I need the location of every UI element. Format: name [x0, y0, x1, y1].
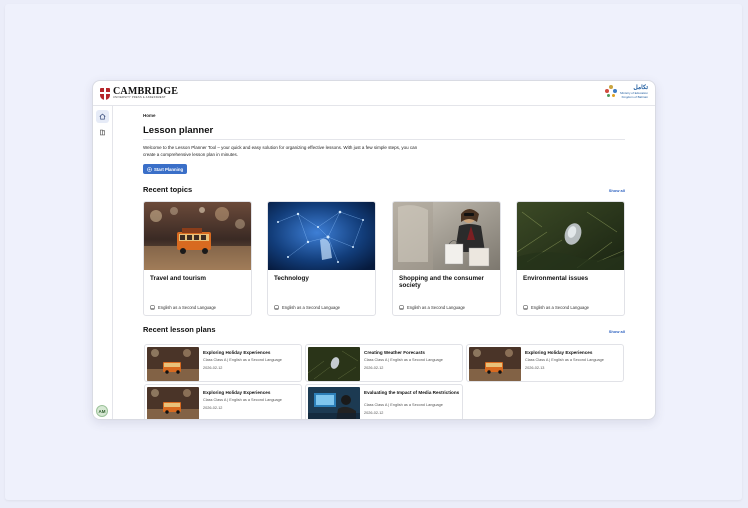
top-bar: CAMBRIDGE UNIVERSITY PRESS & ASSESSMENT …: [93, 81, 655, 106]
plan-title: Exploring Holiday Experiences: [203, 390, 271, 395]
app-window: CAMBRIDGE UNIVERSITY PRESS & ASSESSMENT …: [92, 80, 656, 420]
topic-subject: English as a Second Language: [399, 305, 465, 310]
topic-subject: English as a Second Language: [523, 305, 589, 310]
plan-meta: Class Class A | English as a Second Lang…: [525, 358, 604, 362]
topic-subject: English as a Second Language: [274, 305, 340, 310]
lesson-plan-card[interactable]: Creating Weather Forecasts Class Class A…: [305, 344, 463, 382]
topic-subject-label: English as a Second Language: [282, 305, 340, 310]
sidebar-item-home[interactable]: [96, 110, 109, 123]
topic-card[interactable]: Environmental issues English as a Second…: [516, 201, 625, 316]
page-title: Lesson planner: [143, 125, 214, 136]
plan-thumbnail: [147, 387, 199, 419]
intro-text: Welcome to the Lesson Planner Tool – you…: [143, 145, 418, 157]
topic-card[interactable]: Technology English as a Second Language: [267, 201, 376, 316]
recent-topics-title: Recent topics: [143, 185, 193, 194]
main-content: Home Lesson planner Welcome to the Lesso…: [143, 113, 625, 419]
lesson-plan-card[interactable]: Exploring Holiday Experiences Class Clas…: [144, 384, 302, 419]
topic-subject-label: English as a Second Language: [407, 305, 465, 310]
topic-image-technology: [268, 202, 375, 270]
plan-date: 2026-02-12: [364, 411, 384, 415]
breadcrumb[interactable]: Home: [143, 113, 625, 118]
plan-meta: Class Class A | English as a Second Lang…: [203, 358, 282, 362]
start-planning-button[interactable]: Start Planning: [143, 164, 188, 174]
plan-thumbnail: [308, 387, 360, 419]
plan-thumbnail: [308, 347, 360, 381]
plans-show-all-link[interactable]: Show all: [609, 329, 625, 334]
topic-title: Technology: [274, 275, 309, 282]
logo-sub-text: UNIVERSITY PRESS & ASSESSMENT: [113, 96, 166, 99]
home-icon: [99, 113, 106, 120]
plan-date: 2026-02-12: [203, 366, 223, 370]
title-divider: [143, 139, 625, 140]
topic-title: Environmental issues: [523, 275, 589, 282]
topic-subject-label: English as a Second Language: [531, 305, 589, 310]
topic-card[interactable]: Travel and tourism English as a Second L…: [143, 201, 252, 316]
book-icon: [399, 305, 404, 310]
plan-date: 2026-02-13: [525, 366, 545, 370]
book-icon: [100, 129, 105, 136]
plan-title: Exploring Holiday Experiences: [525, 350, 593, 355]
plan-meta: Class Class A | English as a Second Lang…: [364, 403, 443, 407]
avatar[interactable]: AM: [96, 405, 108, 417]
topics-show-all-link[interactable]: Show all: [609, 188, 625, 193]
topic-image-travel: [144, 202, 251, 270]
topic-title: Shopping and the consumer society: [399, 275, 485, 289]
topic-card[interactable]: Shopping and the consumer society Englis…: [392, 201, 501, 316]
plan-thumbnail: [147, 347, 199, 381]
topic-title: Travel and tourism: [150, 275, 206, 282]
topic-subject-label: English as a Second Language: [158, 305, 216, 310]
topic-subject: English as a Second Language: [150, 305, 216, 310]
cambridge-logo[interactable]: CAMBRIDGE UNIVERSITY PRESS & ASSESSMENT: [100, 87, 178, 100]
book-icon: [150, 305, 155, 310]
plan-title: Exploring Holiday Experiences: [203, 350, 271, 355]
plan-title: Creating Weather Forecasts: [364, 350, 425, 355]
sidebar: AM: [93, 106, 113, 419]
topic-image-shopping: [393, 202, 500, 270]
plan-meta: Class Class A | English as a Second Lang…: [203, 398, 282, 402]
book-icon: [274, 305, 279, 310]
book-icon: [523, 305, 528, 310]
plan-date: 2026-02-12: [203, 406, 223, 410]
plan-title: Evaluating the Impact of Media Restricti…: [364, 390, 460, 395]
plan-thumbnail: [469, 347, 521, 381]
partner-line-2: Kingdom of Bahrain: [621, 95, 648, 99]
plus-circle-icon: [147, 166, 152, 172]
sidebar-item-library[interactable]: [96, 126, 109, 139]
recent-plans-title: Recent lesson plans: [143, 325, 216, 334]
ministry-logo: تكامل Ministry of Education Kingdom of B…: [605, 85, 648, 99]
logo-main-text: CAMBRIDGE: [113, 86, 179, 97]
start-planning-label: Start Planning: [154, 166, 184, 172]
lesson-plan-card[interactable]: Exploring Holiday Experiences Class Clas…: [144, 344, 302, 382]
plan-meta: Class Class A | English as a Second Lang…: [364, 358, 443, 362]
lesson-plan-card[interactable]: Evaluating the Impact of Media Restricti…: [305, 384, 463, 419]
plan-date: 2026-02-12: [364, 366, 384, 370]
topic-image-environment: [517, 202, 624, 270]
ministry-emblem-icon: [605, 85, 618, 99]
lesson-plan-card[interactable]: Exploring Holiday Experiences Class Clas…: [466, 344, 624, 382]
crest-icon: [100, 87, 110, 100]
